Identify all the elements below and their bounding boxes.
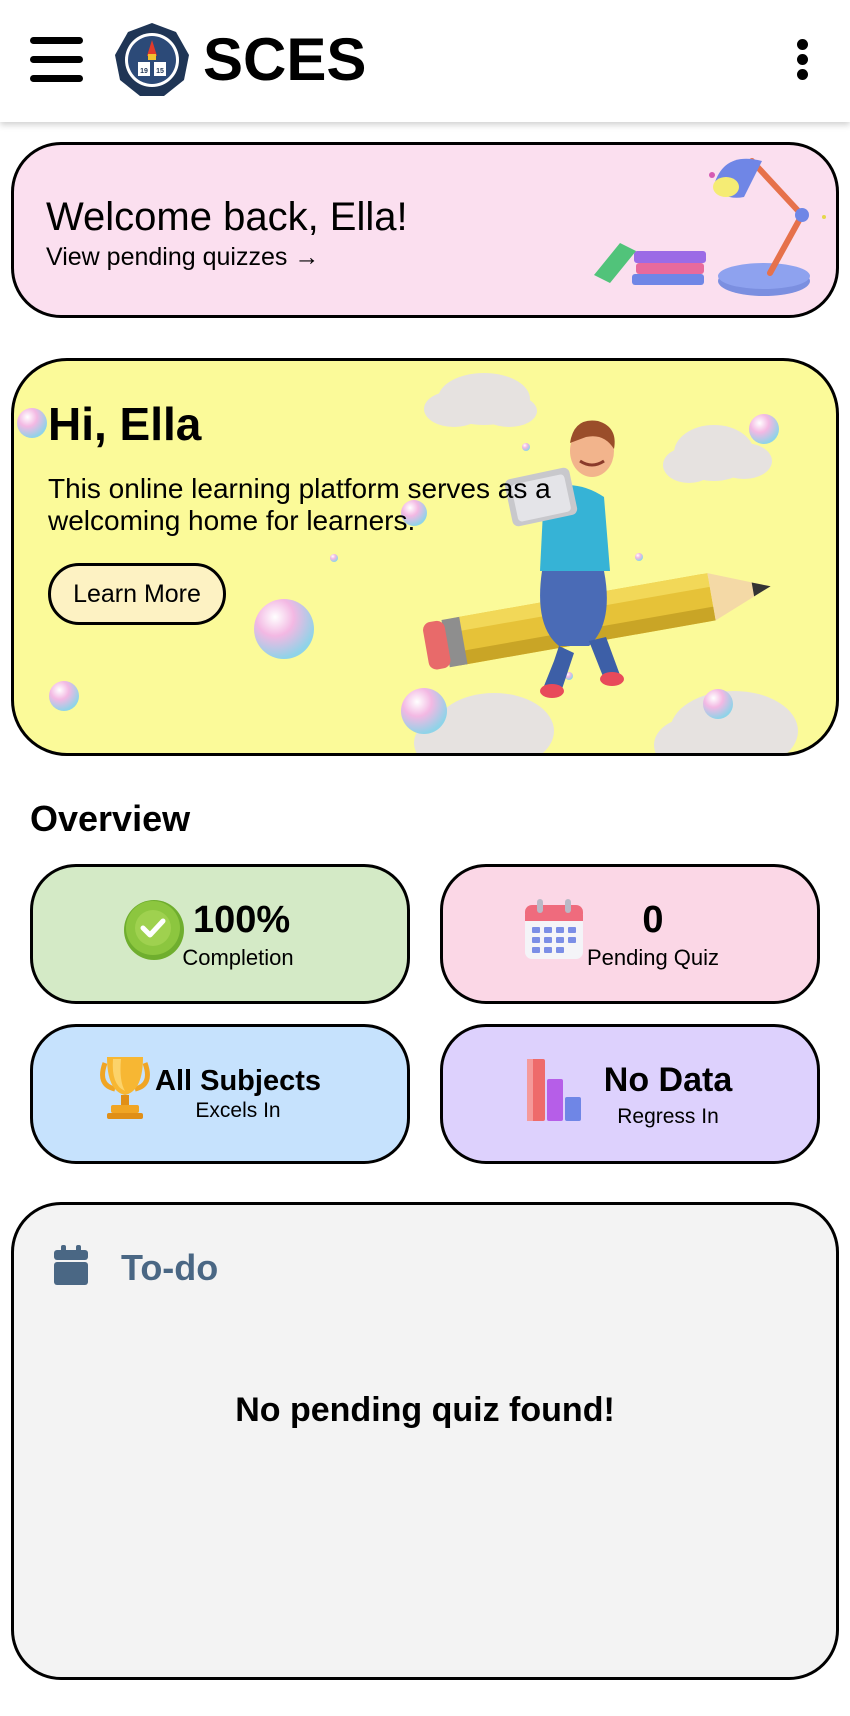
hero-title: Hi, Ella [48, 398, 202, 450]
pending-quiz-label: Pending Quiz [586, 945, 720, 970]
excels-in-label: Excels In [195, 1099, 281, 1122]
pending-quiz-stat-card: 0 Pending Quiz [440, 864, 820, 1004]
completion-stat-card: 100% Completion [30, 864, 410, 1004]
app-title: SCES [203, 26, 367, 93]
desk-lamp-books-illustration [594, 158, 826, 296]
completion-label: Completion [182, 945, 294, 970]
excels-in-value: All Subjects [155, 1065, 321, 1097]
regress-in-label: Regress In [617, 1105, 719, 1128]
logo-year-right: 15 [156, 68, 164, 75]
completion-value: 100% [193, 899, 291, 941]
pending-quiz-value: 0 [642, 899, 664, 941]
welcome-card: Welcome back, Ella! View pending quizzes… [11, 142, 839, 318]
logo-year-left: 19 [140, 68, 148, 75]
view-pending-quizzes-link[interactable]: View pending quizzes → [46, 243, 319, 272]
regress-in-stat-card: No Data Regress In [440, 1024, 820, 1164]
bar-chart-icon [527, 1059, 581, 1121]
top-app-bar: 19 15 SCES [0, 0, 850, 122]
trophy-icon [100, 1057, 150, 1119]
todo-title: To-do [121, 1247, 219, 1288]
overview-title: Overview [30, 798, 191, 839]
more-options-icon[interactable] [788, 37, 818, 83]
learn-more-button[interactable]: Learn More [48, 563, 226, 625]
calendar-icon [525, 899, 583, 959]
hero-description: This online learning platform serves as … [48, 473, 551, 536]
excels-in-stat-card: All Subjects Excels In [30, 1024, 410, 1164]
calendar-icon [54, 1245, 88, 1285]
welcome-greeting: Welcome back, Ella! [46, 195, 408, 239]
todo-card: To-do No pending quiz found! [11, 1202, 839, 1680]
hero-card: Hi, Ella This online learning platform s… [11, 358, 839, 756]
todo-empty-message: No pending quiz found! [235, 1391, 615, 1429]
regress-in-value: No Data [603, 1061, 733, 1099]
school-logo: 19 15 [115, 23, 189, 96]
menu-icon[interactable] [30, 37, 83, 83]
